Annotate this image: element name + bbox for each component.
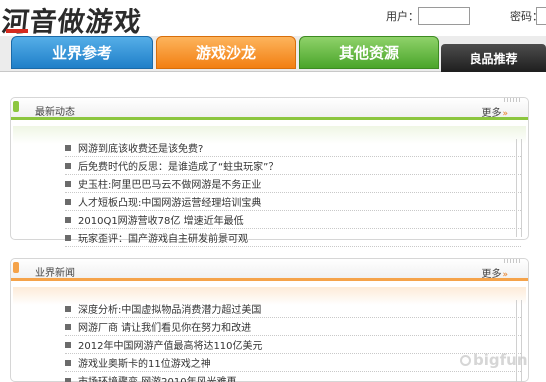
- list-item[interactable]: 后免费时代的反思：是谁造成了“蛀虫玩家”？: [65, 157, 521, 175]
- username-input[interactable]: [418, 7, 470, 25]
- bullet-icon: [65, 359, 71, 366]
- bullet-icon: [65, 180, 71, 187]
- list-item[interactable]: 史玉柱:阿里巴巴马云不做网游是不务正业: [65, 175, 521, 193]
- panel-marker: [13, 262, 19, 273]
- more-link[interactable]: 更多»: [481, 104, 508, 119]
- list-item[interactable]: 2010Q1网游营收78亿 增速近年最低: [65, 211, 521, 229]
- more-label[interactable]: 更多: [481, 108, 501, 119]
- logo-accent: [6, 29, 28, 33]
- list-item[interactable]: 2012年中国网游产值最高将达110亿美元: [65, 336, 521, 354]
- news-list: 网游到底该收费还是该免费? 后免费时代的反思：是谁造成了“蛀虫玩家”？ 史玉柱:…: [65, 139, 521, 247]
- list-item-link[interactable]: 后免费时代的反思：是谁造成了“蛀虫玩家”？: [78, 158, 278, 173]
- bullet-icon: [65, 323, 71, 330]
- list-item[interactable]: 深度分析:中国虚拟物品消费潜力超过美国: [65, 300, 521, 318]
- more-arrow-icon[interactable]: »: [502, 270, 508, 280]
- latest-news-panel: 最新动态 更多» 网游到底该收费还是该免费? 后免费时代的反思：是谁造成了“蛀虫…: [10, 97, 529, 247]
- more-arrow-icon[interactable]: »: [502, 109, 508, 119]
- more-label[interactable]: 更多: [481, 269, 501, 280]
- tab-industry-reference[interactable]: 业界参考: [11, 36, 153, 69]
- list-item[interactable]: 人才短板凸现:中国网游运营经理培训宝典: [65, 193, 521, 211]
- bullet-icon: [65, 144, 71, 151]
- bullet-icon: [65, 198, 71, 205]
- bullet-icon: [65, 216, 71, 223]
- list-item-link[interactable]: 网游到底该收费还是该免费?: [78, 140, 203, 155]
- bullet-icon: [65, 305, 71, 312]
- panel-header: 最新动态 更多»: [11, 98, 528, 120]
- list-item-link[interactable]: 史玉柱:阿里巴巴马云不做网游是不务正业: [78, 176, 261, 191]
- list-item-link[interactable]: 人才短板凸现:中国网游运营经理培训宝典: [78, 194, 261, 209]
- list-item-link[interactable]: 2012年中国网游产值最高将达110亿美元: [78, 337, 263, 352]
- list-item-link[interactable]: 市场环境骤变,网游2010年风光难再: [78, 373, 237, 382]
- grip-icon: [504, 259, 520, 263]
- watermark: bigfun: [460, 351, 528, 369]
- bullet-icon: [65, 377, 71, 382]
- tab-game-salon[interactable]: 游戏沙龙: [156, 36, 296, 69]
- list-item-link[interactable]: 2010Q1网游营收78亿 增速近年最低: [78, 212, 244, 227]
- panel-body: 网游到底该收费还是该免费? 后免费时代的反思：是谁造成了“蛀虫玩家”？ 史玉柱:…: [13, 126, 526, 247]
- list-item[interactable]: 市场环境骤变,网游2010年风光难再: [65, 372, 521, 382]
- grip-icon: [504, 98, 520, 102]
- bullet-icon: [65, 234, 71, 241]
- more-link[interactable]: 更多»: [481, 265, 508, 280]
- bullet-icon: [65, 162, 71, 169]
- panel-header: 业界新闻 更多»: [11, 259, 528, 281]
- panel-marker: [13, 101, 19, 112]
- list-item[interactable]: 游戏业奥斯卡的11位游戏之神: [65, 354, 521, 372]
- watermark-text: bigfun: [473, 351, 528, 369]
- tab-recommended[interactable]: 良品推荐: [441, 44, 546, 72]
- tab-other-resources[interactable]: 其他资源: [299, 36, 439, 69]
- panel-title: 最新动态: [35, 107, 75, 118]
- list-item-link[interactable]: 深度分析:中国虚拟物品消费潜力超过美国: [78, 301, 261, 316]
- list-item-link[interactable]: 网游厂商 请让我们看见你在努力和改进: [78, 319, 251, 334]
- password-input[interactable]: [536, 7, 546, 25]
- panel-body: 深度分析:中国虚拟物品消费潜力超过美国 网游厂商 请让我们看见你在努力和改进 2…: [13, 287, 526, 382]
- scrollbar[interactable]: [516, 300, 522, 382]
- list-item-link[interactable]: 游戏业奥斯卡的11位游戏之神: [78, 355, 211, 370]
- news-list: 深度分析:中国虚拟物品消费潜力超过美国 网游厂商 请让我们看见你在努力和改进 2…: [65, 300, 521, 382]
- list-item[interactable]: 玩家歪评：国产游戏自主研发前景可观: [65, 229, 521, 247]
- watermark-icon: [460, 355, 471, 366]
- username-label: 用户：: [386, 10, 419, 23]
- list-item-link[interactable]: 玩家歪评：国产游戏自主研发前景可观: [78, 230, 248, 245]
- site-logo[interactable]: 河音做游戏: [0, 0, 144, 39]
- industry-news-panel: 业界新闻 更多» 深度分析:中国虚拟物品消费潜力超过美国 网游厂商 请让我们看见…: [10, 258, 529, 382]
- panel-title: 业界新闻: [35, 268, 75, 279]
- scrollbar[interactable]: [516, 139, 522, 237]
- list-item[interactable]: 网游到底该收费还是该免费?: [65, 139, 521, 157]
- bullet-icon: [65, 341, 71, 348]
- site-header: 河音做游戏 用户： 密码：: [0, 0, 546, 39]
- list-item[interactable]: 网游厂商 请让我们看见你在努力和改进: [65, 318, 521, 336]
- main-nav: 业界参考 游戏沙龙 其他资源 良品推荐: [0, 36, 546, 72]
